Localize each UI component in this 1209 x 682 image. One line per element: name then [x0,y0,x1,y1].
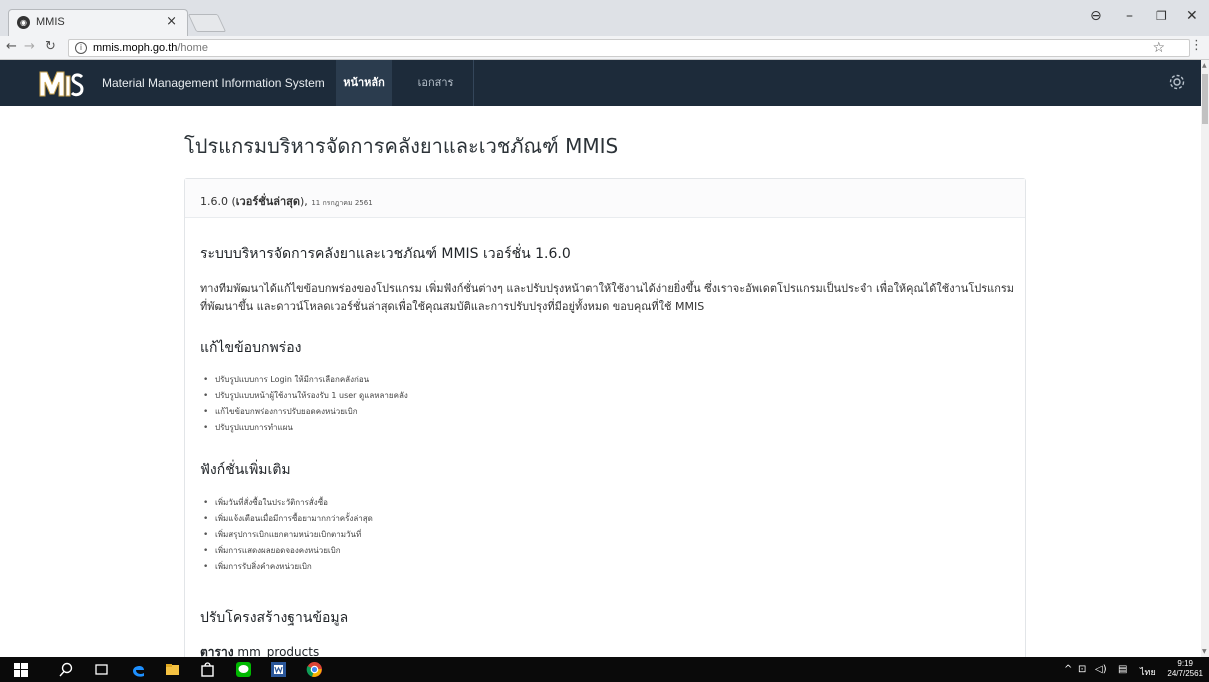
windows-start-icon[interactable] [14,663,28,677]
system-clock[interactable]: 9:19 24/7/2561 [1167,659,1203,679]
release-header: 1.6.0 (เวอร์ชั่นล่าสุด), 11 กรกฎาคม 2561 [185,179,1025,218]
nav-tab-documents[interactable]: เอกสาร [398,60,474,106]
browser-menu-icon[interactable]: ⋮ [1190,38,1203,53]
search-icon[interactable] [58,661,75,678]
list-item: เพิ่มการรับสิ่งคำคงหน่วยเบิก [203,559,373,575]
close-window-icon[interactable]: ✕ [1186,8,1198,24]
page-scrollbar[interactable]: ▲ ▼ [1201,60,1209,657]
scroll-up-icon[interactable]: ▲ [1202,62,1207,69]
browser-toolbar: ← → ↻ i mmis.moph.go.th/home ☆ ⋮ [0,36,1209,60]
list-item: ปรับรูปแบบการ Login ให้มีการเลือกคลังก่อ… [203,372,408,388]
task-view-icon[interactable] [93,661,110,678]
store-icon[interactable] [199,661,216,678]
list-item: เพิ่มวันที่สั่งซื้อในประวัติการสั่งซื้อ [203,495,373,511]
release-version-line: 1.6.0 (เวอร์ชั่นล่าสุด), 11 กรกฎาคม 2561 [200,195,373,208]
nav-tab-home[interactable]: หน้าหลัก [336,60,392,106]
release-notes-card: 1.6.0 (เวอร์ชั่นล่าสุด), 11 กรกฎาคม 2561… [184,178,1026,668]
back-icon[interactable]: ← [6,39,17,54]
url-text: mmis.moph.go.th/home [93,42,208,54]
release-intro: ทางทีมพัฒนาได้แก้ไขข้อบกพร่องของโปรแกรม … [200,282,1015,313]
features-list: เพิ่มวันที่สั่งซื้อในประวัติการสั่งซื้อ … [203,495,373,575]
chrome-app-icon[interactable] [306,661,323,678]
clock-date: 24/7/2561 [1167,669,1203,678]
scroll-down-icon[interactable]: ▼ [1202,648,1207,655]
reload-icon[interactable]: ↻ [45,39,56,54]
app-navbar: Material Management Information System ห… [0,60,1201,106]
notification-icon[interactable]: ▤ [1118,664,1127,675]
list-item: เพิ่มการแสดงผลยอดจองคงหน่วยเบิก [203,543,373,559]
bookmark-star-icon[interactable]: ☆ [1152,40,1165,56]
tab-title: MMIS [36,16,65,28]
network-icon[interactable]: ⊡ [1078,664,1086,675]
address-bar[interactable]: i mmis.moph.go.th/home ☆ [68,39,1190,57]
release-heading: ระบบบริหารจัดการคลังยาและเวชภัณฑ์ MMIS เ… [200,246,571,262]
page-title: โปรแกรมบริหารจัดการคลังยาและเวชภัณฑ์ MMI… [184,134,619,158]
clock-time: 9:19 [1177,659,1193,668]
volume-icon[interactable]: ◁) [1095,664,1107,675]
restore-icon[interactable]: ❐ [1156,9,1167,23]
edge-browser-icon[interactable] [130,661,147,678]
brand-title[interactable]: Material Management Information System [102,76,325,90]
forward-icon[interactable]: → [24,39,35,54]
gear-icon[interactable] [1167,72,1187,92]
list-item: ปรับรูปแบบหน้าผู้ใช้งานให้รองรับ 1 user … [203,388,408,404]
minimize-icon[interactable]: – [1126,8,1133,24]
tab-close-icon[interactable]: × [166,14,177,29]
word-app-icon[interactable] [270,661,287,678]
fixes-list: ปรับรูปแบบการ Login ให้มีการเลือกคลังก่อ… [203,372,408,436]
list-item: แก้ไขข้อบกพร่องการปรับยอดคงหน่วยเบิก [203,404,408,420]
features-heading: ฟังก์ชั่นเพิ่มเติม [200,462,291,478]
browser-tab-strip: ◉ MMIS × ⊖ – ❐ ✕ [0,0,1209,36]
profile-icon[interactable]: ⊖ [1090,8,1102,24]
tray-expand-icon[interactable]: ^ [1064,664,1072,675]
mmis-logo[interactable] [37,66,85,100]
language-indicator[interactable]: ไทย [1140,665,1156,679]
favicon-icon: ◉ [17,16,30,29]
file-explorer-icon[interactable] [164,661,181,678]
info-icon[interactable]: i [75,42,87,54]
windows-taskbar: ^ ⊡ ◁) ▤ ไทย 9:19 24/7/2561 [0,657,1209,682]
structure-heading: ปรับโครงสร้างฐานข้อมูล [200,610,349,626]
scroll-thumb[interactable] [1202,74,1208,124]
line-app-icon[interactable] [235,661,252,678]
fixes-heading: แก้ไขข้อบกพร่อง [200,340,302,356]
list-item: ปรับรูปแบบการทำแผน [203,420,408,436]
list-item: เพิ่มแจ้งเตือนเมื่อมีการซื้อยามากกว่าครั… [203,511,373,527]
new-tab-button[interactable] [187,14,227,32]
browser-tab[interactable]: ◉ MMIS × [8,9,188,36]
list-item: เพิ่มสรุปการเบิกแยกตามหน่วยเบิกตามวันที่ [203,527,373,543]
